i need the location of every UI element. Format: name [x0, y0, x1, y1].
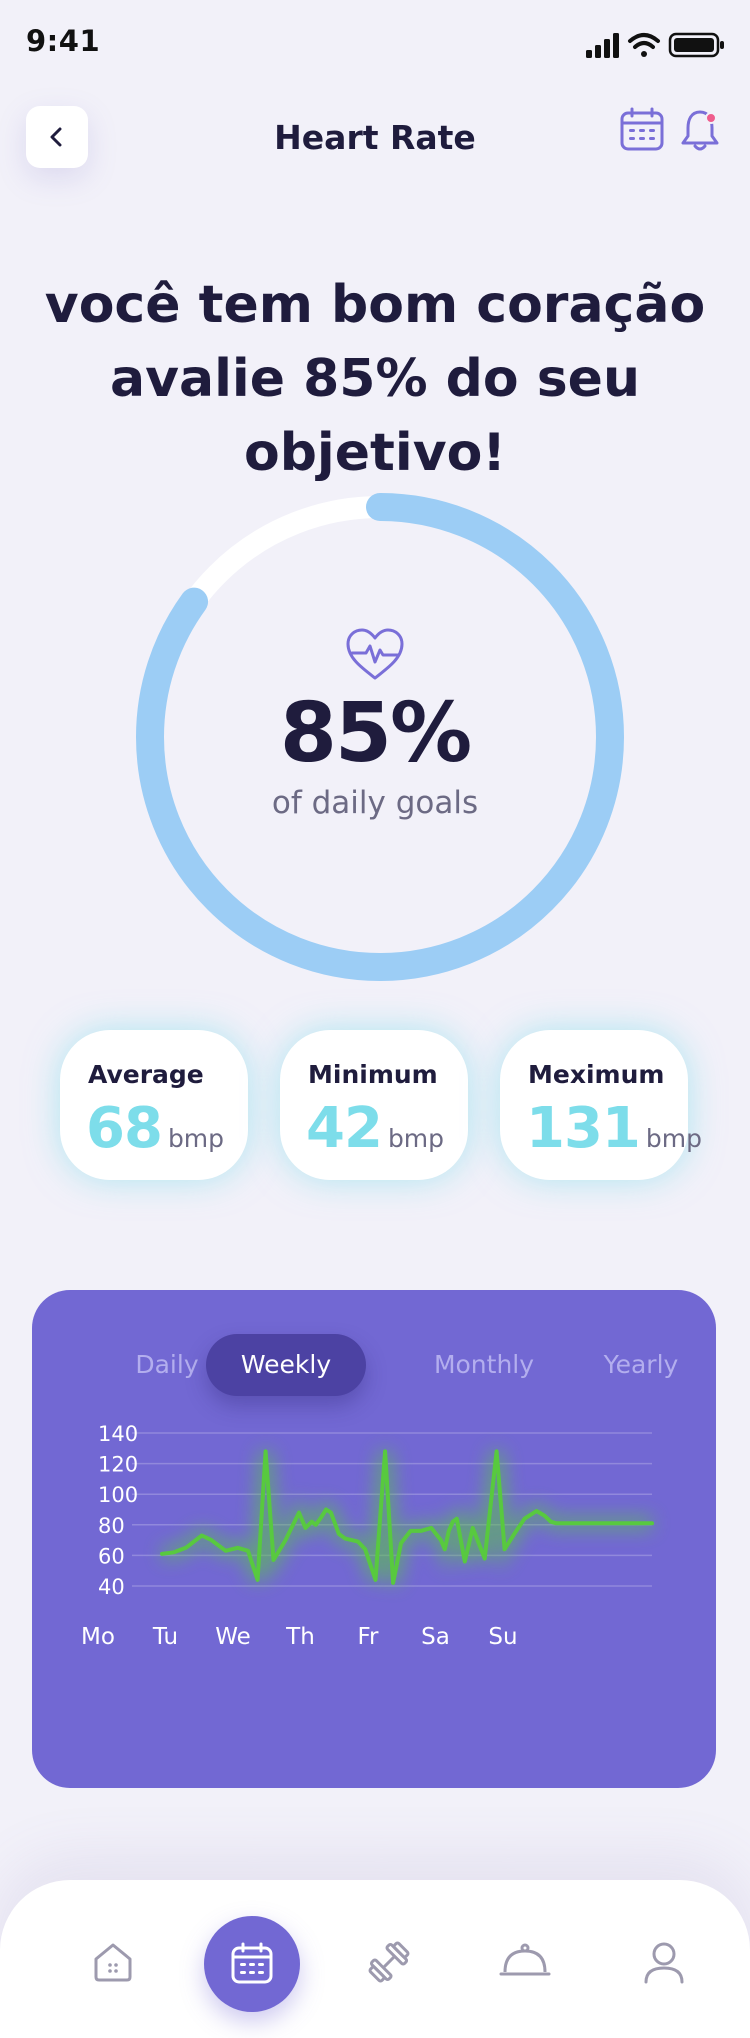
progress-caption: of daily goals — [271, 785, 479, 821]
stat-value: 42 bmp — [306, 1096, 444, 1161]
chart-x-axis: Mo Tu We Th Fr Sa Su — [81, 1624, 518, 1650]
x-tick-label: Mo — [81, 1624, 115, 1650]
profile-icon — [644, 1942, 684, 1984]
bell-icon — [681, 110, 719, 151]
chart-y-axis: 140 120 100 80 60 40 — [98, 1422, 138, 1599]
home-icon — [94, 1943, 132, 1982]
status-time: 9:41 — [26, 24, 101, 58]
stat-unit: bmp — [645, 1124, 702, 1153]
stat-number: 68 — [86, 1096, 163, 1161]
x-tick-label: We — [215, 1624, 251, 1650]
headline-line-2: avalie 85% do seu objetivo! — [110, 349, 640, 483]
heart-rate-chart: 140 120 100 80 60 40 Mo Tu We Th Fr Sa Su — [81, 1422, 654, 1650]
cloche-icon — [499, 1943, 551, 1976]
y-tick-label: 100 — [98, 1483, 138, 1507]
status-icons — [586, 32, 724, 58]
nav-workout[interactable] — [359, 1932, 419, 1992]
heart-pulse-icon — [346, 628, 404, 680]
stat-label: Minimum — [308, 1060, 438, 1089]
stat-unit: bmp — [167, 1124, 225, 1153]
y-tick-label: 60 — [98, 1544, 125, 1568]
stat-number: 131 — [526, 1096, 641, 1161]
chart-line-glow — [161, 1450, 652, 1585]
signal-icon — [586, 33, 619, 58]
dumbbell-icon — [368, 1941, 410, 1983]
progress-value: 85% — [279, 686, 472, 781]
stat-card-maximum: Meximum 131 bmp — [500, 1030, 702, 1180]
stat-card-minimum: Minimum 42 bmp — [280, 1030, 468, 1180]
chart-panel: Daily Weekly Monthly Yearly 140 120 100 80 6… — [32, 1290, 716, 1788]
calendar-icon — [620, 107, 664, 151]
x-tick-label: Th — [285, 1624, 315, 1650]
nav-profile[interactable] — [634, 1932, 694, 1992]
nav-meals[interactable] — [495, 1932, 555, 1992]
y-tick-label: 140 — [98, 1422, 138, 1446]
x-tick-label: Su — [488, 1624, 517, 1650]
x-tick-label: Sa — [421, 1624, 450, 1650]
stat-label: Average — [88, 1060, 204, 1089]
stat-number: 42 — [306, 1096, 383, 1161]
status-bar: 9:41 — [0, 0, 750, 84]
y-tick-label: 120 — [98, 1453, 138, 1477]
y-tick-label: 80 — [98, 1514, 125, 1538]
x-tick-label: Fr — [357, 1624, 379, 1650]
calendar-icon — [231, 1942, 273, 1984]
stat-value: 68 bmp — [86, 1096, 224, 1161]
stat-label: Meximum — [528, 1060, 665, 1089]
bottom-nav — [0, 1880, 750, 2038]
notifications-button[interactable] — [676, 106, 724, 154]
wifi-icon — [628, 33, 660, 57]
stat-value: 131 bmp — [526, 1096, 702, 1161]
nav-calendar[interactable] — [204, 1916, 300, 2012]
headline-line-1: você tem bom coração — [44, 275, 706, 335]
stat-unit: bmp — [387, 1124, 445, 1153]
notification-dot — [705, 112, 717, 124]
stat-card-average: Average 68 bmp — [60, 1030, 248, 1180]
x-tick-label: Tu — [152, 1624, 178, 1650]
headline: você tem bom coração avalie 85% do seu o… — [0, 268, 750, 490]
battery-icon — [668, 32, 724, 58]
calendar-button[interactable] — [618, 106, 666, 154]
nav-home[interactable] — [83, 1932, 143, 1992]
y-tick-label: 40 — [98, 1575, 125, 1599]
